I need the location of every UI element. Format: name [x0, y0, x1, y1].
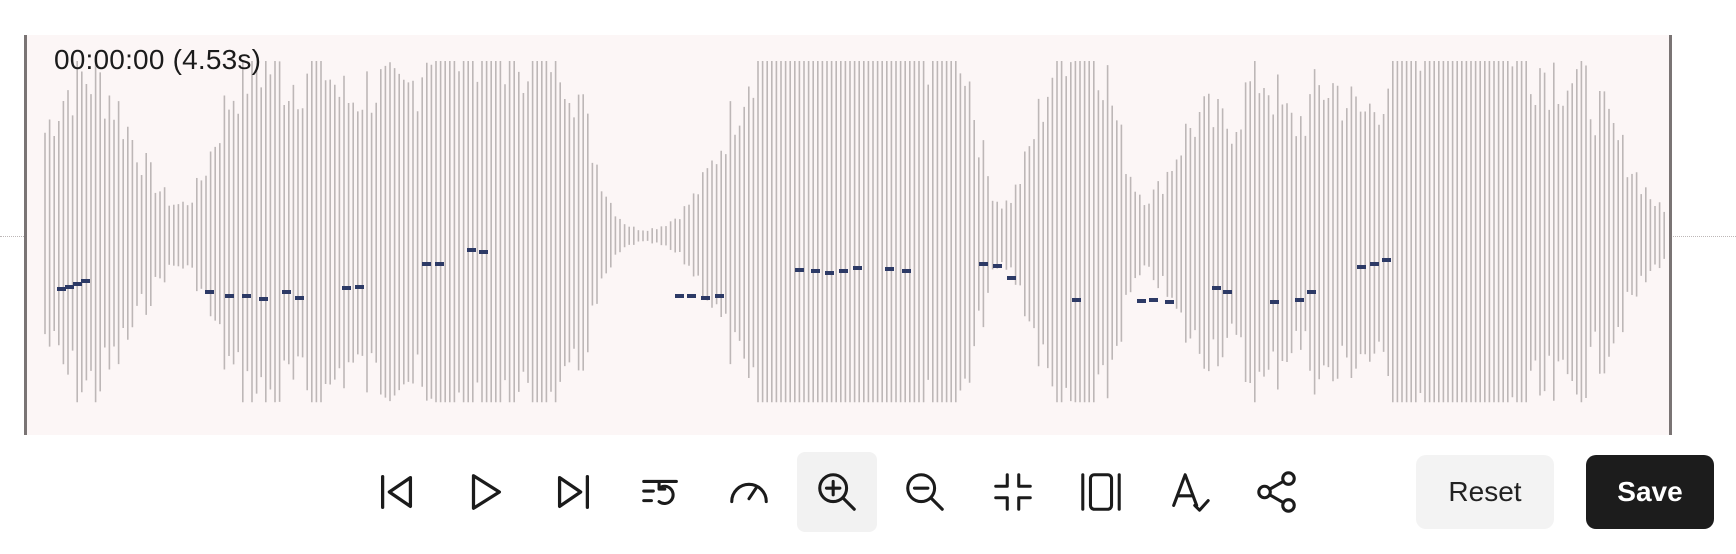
- time-readout: 00:00:00 (4.53s): [54, 44, 262, 75]
- zoom-out-button[interactable]: [885, 452, 965, 532]
- skip-forward-button[interactable]: [533, 452, 613, 532]
- waveform-graphic[interactable]: [27, 35, 1672, 435]
- fit-view-icon: [1081, 473, 1121, 511]
- pitch-mark: [1357, 265, 1366, 269]
- pitch-mark: [902, 269, 911, 273]
- pitch-mark: [825, 271, 834, 275]
- pitch-mark: [1165, 300, 1174, 304]
- pitch-mark: [479, 250, 488, 254]
- zoom-in-icon: [818, 473, 856, 511]
- pitch-mark: [687, 294, 696, 298]
- pitch-mark: [1149, 298, 1158, 302]
- save-button[interactable]: Save: [1586, 455, 1714, 529]
- pitch-mark: [73, 282, 82, 286]
- pitch-mark: [467, 248, 476, 252]
- pitch-mark: [295, 296, 304, 300]
- pitch-mark: [81, 279, 90, 283]
- play-icon: [471, 474, 502, 510]
- pitch-mark: [993, 264, 1002, 268]
- pitch-mark: [1307, 290, 1316, 294]
- pitch-mark: [795, 268, 804, 272]
- pitch-mark: [979, 262, 988, 266]
- pitch-mark: [1382, 258, 1391, 262]
- replay-list-button[interactable]: [621, 452, 701, 532]
- pitch-mark: [422, 262, 431, 266]
- pitch-mark: [1072, 298, 1081, 302]
- spellcheck-icon: [1172, 473, 1210, 512]
- skip-forward-icon: [557, 475, 590, 509]
- pitch-mark: [65, 285, 74, 289]
- zoom-out-icon: [906, 473, 944, 511]
- pitch-mark: [701, 296, 710, 300]
- pitch-mark: [1270, 300, 1279, 304]
- pitch-mark: [205, 290, 214, 294]
- pitch-mark: [225, 294, 234, 298]
- pitch-mark: [715, 294, 724, 298]
- pitch-mark: [675, 294, 684, 298]
- replay-list-icon: [642, 479, 678, 505]
- play-button[interactable]: [445, 452, 525, 532]
- pitch-mark: [57, 287, 66, 291]
- pitch-mark: [1223, 290, 1232, 294]
- skip-back-button[interactable]: [357, 452, 437, 532]
- waveform-panel[interactable]: [24, 35, 1672, 435]
- spellcheck-button[interactable]: [1149, 452, 1229, 532]
- pitch-mark: [242, 294, 251, 298]
- pitch-mark: [839, 269, 848, 273]
- player-toolbar: Reset Save: [0, 452, 1736, 532]
- pitch-mark: [435, 262, 444, 266]
- pitch-mark: [1370, 262, 1379, 266]
- pitch-mark: [811, 269, 820, 273]
- shrink-button[interactable]: [973, 452, 1053, 532]
- share-button[interactable]: [1237, 452, 1317, 532]
- pitch-mark: [1007, 276, 1016, 280]
- skip-back-icon: [380, 475, 413, 509]
- share-icon: [1257, 471, 1296, 513]
- pitch-mark: [853, 266, 862, 270]
- pitch-mark: [885, 267, 894, 271]
- shrink-icon: [994, 473, 1032, 511]
- reset-button[interactable]: Reset: [1416, 455, 1554, 529]
- pitch-mark: [1295, 298, 1304, 302]
- speed-button[interactable]: [709, 452, 789, 532]
- fit-view-button[interactable]: [1061, 452, 1141, 532]
- zoom-in-button[interactable]: [797, 452, 877, 532]
- pitch-mark: [1137, 299, 1146, 303]
- pitch-mark: [342, 286, 351, 290]
- pitch-mark: [355, 285, 364, 289]
- pitch-mark: [282, 290, 291, 294]
- speed-gauge-icon: [730, 482, 768, 504]
- pitch-mark: [1212, 286, 1221, 290]
- pitch-mark: [259, 297, 268, 301]
